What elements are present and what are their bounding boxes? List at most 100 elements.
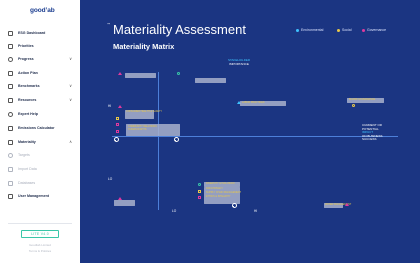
footer-company: Goodlab Limited (29, 243, 51, 247)
social-point-icon[interactable] (198, 190, 201, 193)
sidebar-item-targets[interactable]: Targets (8, 151, 78, 159)
sidebar-item-expert-help[interactable]: Expert Help (8, 110, 78, 118)
sidebar-item-user-management[interactable]: User Management (8, 192, 78, 200)
data-point-box[interactable] (195, 78, 226, 83)
data-point-box[interactable]: BOARD GOVERNANCE (347, 98, 384, 103)
resources-icon (8, 97, 13, 103)
section-title: Materiality Matrix (113, 42, 175, 51)
point-label: LABOR PRACTICES (242, 101, 265, 104)
point-label: DIVERSITY & INCLUSION (206, 182, 235, 185)
sidebar-item-esg-dashboard[interactable]: ESG Dashboard (8, 29, 78, 37)
x-axis-line (112, 136, 398, 137)
y-tick-hi: HI (108, 104, 112, 108)
point-label: HUMAN RIGHTS (128, 128, 147, 131)
y-axis-title: STAKEHOLDER IMPORTANCE (214, 58, 264, 66)
plan-icon (8, 70, 13, 76)
y-axis-line (158, 72, 159, 210)
sidebar-item-benchmarks[interactable]: Benchmarks ∨ (8, 82, 78, 90)
data-point-box[interactable]: DATA PRIVACY SUPPLY CHAIN MANAGEMENT ETH… (204, 187, 241, 204)
data-point-box[interactable] (114, 200, 135, 206)
heart-icon (8, 56, 13, 62)
page-title: Materiality Assessment (113, 22, 246, 37)
sidebar-item-label: ESG Dashboard (18, 31, 46, 35)
database-icon (8, 180, 13, 186)
data-point-box[interactable] (125, 73, 156, 78)
dashboard-icon (8, 30, 13, 36)
sidebar-item-label: Emissions Calculator (18, 126, 55, 130)
sidebar-item-label: Benchmarks (18, 84, 40, 88)
help-icon (8, 111, 13, 117)
sidebar-item-priorities[interactable]: Priorities (8, 42, 78, 50)
social-point-icon[interactable] (352, 104, 356, 108)
data-point-box[interactable]: CONSUMER HEALTH & SAFETY (125, 110, 162, 119)
sidebar-item-progress[interactable]: Progress ∨ (8, 55, 78, 63)
governance-point-icon[interactable] (345, 203, 349, 206)
data-point-box[interactable]: WATER MANAGEMENT (324, 203, 351, 208)
calculator-icon (8, 125, 13, 131)
sidebar-item-databases[interactable]: Databases (8, 179, 78, 187)
location-pin-icon[interactable] (174, 137, 179, 142)
x-axis-title-line5: SUCCESS (362, 137, 377, 142)
main-content: ™ Materiality Assessment Materiality Mat… (80, 0, 420, 263)
x-tick-lo: LO (172, 209, 177, 213)
social-dot-icon (337, 28, 340, 32)
governance-point-icon[interactable] (116, 130, 119, 133)
sidebar: good’ab ESG Dashboard Priorities Progres… (0, 0, 80, 263)
import-icon (8, 166, 13, 172)
materiality-icon (8, 139, 13, 145)
sidebar-item-import-data[interactable]: Import Data (8, 165, 78, 173)
social-point-icon[interactable] (116, 117, 119, 120)
sidebar-item-label: Materiality (18, 140, 36, 144)
governance-point-icon[interactable] (116, 123, 119, 126)
app-logo[interactable]: good’ab (30, 7, 55, 14)
sidebar-item-resources[interactable]: Resources ∨ (8, 96, 78, 104)
legend-label: Environmental (301, 28, 324, 32)
chart-icon (8, 83, 13, 89)
chevron-down-icon: ∨ (69, 83, 72, 88)
legend-item-social: Social (337, 28, 352, 32)
chevron-down-icon: ∨ (69, 97, 72, 102)
governance-dot-icon (362, 28, 365, 32)
legend-item-environmental: Environmental (296, 28, 323, 32)
sidebar-item-label: User Management (18, 194, 49, 198)
sidebar-item-label: Action Plan (18, 71, 38, 75)
sidebar-item-materiality[interactable]: Materiality ∧ (8, 138, 78, 146)
version-badge: LITE V4.0 (21, 230, 59, 238)
footer-terms-link[interactable]: Terms & Policies (0, 249, 80, 253)
flag-icon (8, 43, 13, 49)
sidebar-item-label: Priorities (18, 44, 34, 48)
y-tick-lo: LO (108, 177, 113, 181)
environmental-dot-icon (296, 28, 299, 32)
governance-point-icon[interactable] (118, 72, 122, 75)
sidebar-item-emissions-calculator[interactable]: Emissions Calculator (8, 124, 78, 132)
users-icon (8, 193, 13, 199)
x-tick-hi: HI (254, 209, 258, 213)
location-pin-icon[interactable] (232, 203, 237, 208)
trademark-mark: ™ (107, 22, 110, 26)
point-label: CONSUMER HEALTH & SAFETY (126, 110, 163, 113)
legend-item-governance: Governance (362, 28, 386, 32)
y-axis-title-line2: IMPORTANCE (229, 61, 249, 66)
environmental-point-icon[interactable] (198, 183, 202, 187)
sidebar-divider (8, 223, 72, 224)
chevron-down-icon: ∨ (69, 56, 72, 61)
sidebar-item-label: Resources (18, 98, 37, 102)
x-axis-title: CURRENT OR POTENTIAL IMPACT ON BUSINESS … (362, 123, 402, 142)
point-label: BOARD GOVERNANCE (349, 98, 376, 101)
sidebar-item-label: Databases (18, 181, 36, 185)
sidebar-item-label: Import Data (18, 167, 37, 171)
target-icon (8, 152, 13, 158)
data-point-box[interactable]: COMMUNITY RELATIONS HUMAN RIGHTS (126, 124, 180, 136)
chevron-up-icon: ∧ (69, 139, 72, 144)
data-point-box[interactable]: LABOR PRACTICES (240, 101, 286, 106)
location-pin-icon[interactable] (114, 137, 119, 142)
sidebar-item-action-plan[interactable]: Action Plan (8, 69, 78, 77)
legend-label: Governance (367, 28, 387, 32)
point-label: ETHICS & INTEGRITY (206, 195, 231, 198)
governance-point-icon[interactable] (118, 105, 122, 108)
legend-label: Social (342, 28, 352, 32)
governance-point-icon[interactable] (198, 196, 201, 199)
sidebar-item-label: Expert Help (18, 112, 38, 116)
environmental-point-icon[interactable] (177, 72, 181, 76)
sidebar-item-label: Targets (18, 153, 30, 157)
